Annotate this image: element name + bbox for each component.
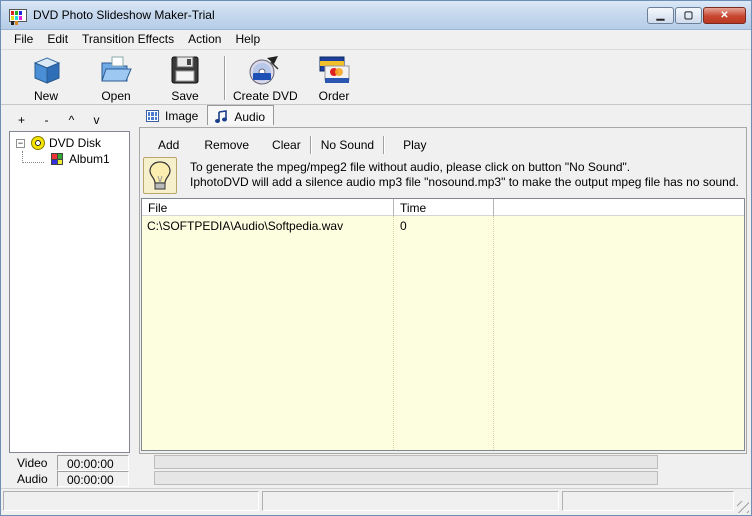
tree-remove-button[interactable]: -: [34, 109, 59, 131]
maximize-button[interactable]: ▢: [675, 7, 702, 24]
audio-file-list[interactable]: File Time C:\SOFTPEDIA\Audio\Softpedia.w…: [141, 198, 745, 451]
close-button[interactable]: ✕: [703, 7, 746, 24]
video-progress-bar: [154, 455, 658, 469]
menu-action[interactable]: Action: [181, 30, 228, 49]
add-audio-button[interactable]: Add: [142, 138, 188, 152]
status-panel: [262, 491, 559, 511]
menu-bar: File Edit Transition Effects Action Help: [1, 30, 751, 49]
app-window: DVD Photo Slideshow Maker-Trial ▁ ▢ ✕ Fi…: [0, 0, 752, 516]
status-panel: [3, 491, 259, 511]
tab-image-label: Image: [165, 109, 199, 123]
remove-audio-button[interactable]: Remove: [188, 138, 258, 152]
create-dvd-button[interactable]: Create DVD: [233, 52, 298, 104]
video-duration-value: 00:00:00: [57, 455, 129, 471]
save-floppy-icon: [171, 56, 199, 84]
info-box: To generate the mpeg/mpeg2 file without …: [141, 156, 745, 196]
new-label: New: [33, 89, 58, 103]
music-note-icon: [215, 109, 228, 123]
menu-help[interactable]: Help: [228, 30, 267, 49]
menu-edit[interactable]: Edit: [40, 30, 75, 49]
tree-item-dvd-disk[interactable]: − DVD Disk: [16, 136, 101, 150]
cell-time: 0: [400, 219, 407, 233]
title-bar[interactable]: DVD Photo Slideshow Maker-Trial ▁ ▢ ✕: [1, 1, 751, 30]
tab-audio[interactable]: Audio: [207, 105, 275, 125]
tree-toolbar: + - ^ v: [9, 109, 131, 131]
order-button[interactable]: Order: [304, 52, 364, 104]
audio-duration-label: Audio: [17, 472, 48, 486]
info-line-1: To generate the mpeg/mpeg2 file without …: [190, 160, 631, 174]
tab-audio-label: Audio: [234, 109, 266, 124]
column-header-time[interactable]: Time: [394, 199, 494, 216]
no-sound-button[interactable]: No Sound: [312, 138, 383, 152]
table-row[interactable]: C:\SOFTPEDIA\Audio\Softpedia.wav 0: [142, 217, 744, 233]
status-panel: [562, 491, 734, 511]
collapse-icon[interactable]: −: [16, 138, 25, 148]
save-button[interactable]: Save: [155, 52, 215, 104]
audio-progress-bar: [154, 471, 658, 485]
info-message: To generate the mpeg/mpeg2 file without …: [190, 160, 739, 190]
minimize-button[interactable]: ▁: [647, 7, 674, 24]
app-icon: [9, 9, 27, 25]
tree-add-button[interactable]: +: [9, 109, 34, 131]
dvd-disc-icon: [249, 56, 279, 85]
tab-image[interactable]: Image: [139, 105, 207, 125]
list-header: File Time: [142, 199, 744, 216]
window-title: DVD Photo Slideshow Maker-Trial: [33, 8, 215, 22]
order-label: Order: [318, 89, 350, 103]
save-label: Save: [171, 89, 199, 103]
tree-connector: [22, 162, 44, 163]
open-folder-icon: [101, 56, 132, 82]
tree-item-label: DVD Disk: [49, 136, 102, 150]
column-divider: [393, 216, 394, 450]
tree-item-album1[interactable]: Album1: [51, 152, 110, 166]
menu-file[interactable]: File: [7, 30, 40, 49]
content-tabs: Image Audio: [139, 105, 275, 127]
info-line-2: IphotoDVD will add a silence audio mp3 f…: [190, 175, 739, 189]
new-project-icon: [33, 57, 61, 84]
play-audio-button[interactable]: Play: [385, 138, 435, 152]
audio-duration-value: 00:00:00: [57, 471, 129, 487]
column-divider: [493, 216, 494, 450]
payment-cards-icon: [319, 56, 350, 83]
audio-toolbar: Add Remove Clear No Sound Play: [142, 134, 435, 156]
toolbar-separator: [224, 56, 226, 100]
create-dvd-label: Create DVD: [233, 89, 298, 103]
open-label: Open: [101, 89, 131, 103]
menu-transition-effects[interactable]: Transition Effects: [75, 30, 181, 49]
cell-file: C:\SOFTPEDIA\Audio\Softpedia.wav: [147, 219, 344, 233]
image-grid-icon: [146, 110, 159, 122]
album-icon: [51, 153, 63, 165]
column-header-file[interactable]: File: [142, 199, 394, 216]
dvd-tree-view[interactable]: − DVD Disk Album1: [9, 131, 130, 453]
disk-icon: [31, 136, 45, 150]
new-button[interactable]: New: [16, 52, 76, 104]
status-bar: [1, 488, 751, 515]
duration-summary: Video 00:00:00 Audio 00:00:00: [9, 454, 131, 488]
clear-audio-button[interactable]: Clear: [258, 138, 310, 152]
audio-panel: Add Remove Clear No Sound Play To genera…: [139, 127, 747, 454]
tree-move-down-button[interactable]: v: [84, 109, 109, 131]
video-duration-label: Video: [17, 456, 48, 470]
tree-move-up-button[interactable]: ^: [59, 109, 84, 131]
main-toolbar: New Open Save Create DVD Order: [1, 49, 751, 105]
open-button[interactable]: Open: [86, 52, 146, 104]
lightbulb-icon: [143, 157, 177, 194]
resize-grip-icon[interactable]: [737, 501, 749, 513]
tree-item-label: Album1: [69, 152, 110, 166]
